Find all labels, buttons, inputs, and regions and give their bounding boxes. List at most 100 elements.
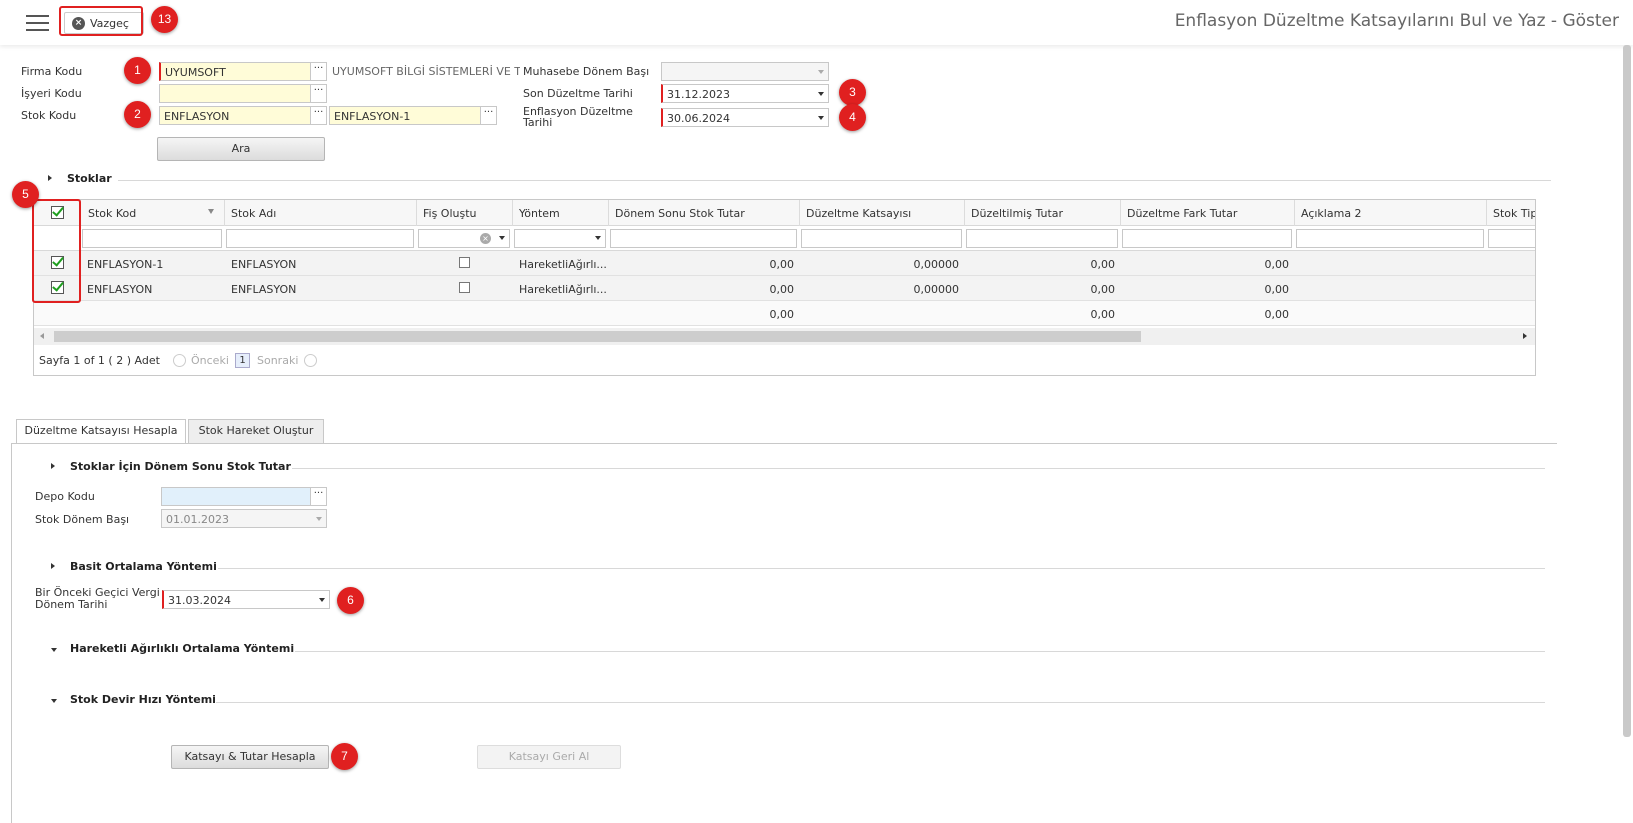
expand-arrow-icon[interactable] xyxy=(51,648,57,652)
col-header-katsayi[interactable]: Düzeltme Katsayısı xyxy=(806,207,911,220)
menu-icon[interactable] xyxy=(26,15,49,32)
stok-kodu-end-lookup-button[interactable]: ··· xyxy=(480,106,497,125)
filter-icon[interactable] xyxy=(208,209,214,214)
katsayi-geri-al-button[interactable]: Katsayı Geri Al xyxy=(477,745,621,769)
stoklar-section-title: Stoklar xyxy=(67,172,112,185)
cell-stok-kod: ENFLASYON xyxy=(87,283,153,296)
next-page-button[interactable]: Sonraki xyxy=(257,354,298,367)
clear-icon[interactable]: × xyxy=(480,233,491,244)
col-header-duzeltilmis[interactable]: Düzeltilmiş Tutar xyxy=(971,207,1063,220)
katsayi-hesapla-button[interactable]: Katsayı & Tutar Hesapla xyxy=(171,745,329,769)
horizontal-scrollbar[interactable] xyxy=(34,328,1535,345)
isyeri-kodu-field[interactable] xyxy=(159,84,311,103)
callout-badge-1: 1 xyxy=(124,57,151,84)
total-donem-sonu: 0,00 xyxy=(769,308,795,321)
callout-badge-4: 4 xyxy=(839,104,866,131)
stok-donem-label: Stok Dönem Başı xyxy=(35,513,130,526)
expand-arrow-icon[interactable] xyxy=(51,699,57,703)
pager: Sayfa 1 of 1 ( 2 ) Adet Önceki 1 Sonraki xyxy=(34,347,1535,375)
firma-kodu-label: Firma Kodu xyxy=(21,65,83,78)
scrollbar-thumb[interactable] xyxy=(54,331,1141,342)
cell-donem-sonu: 0,00 xyxy=(769,258,795,271)
next-page-icon[interactable] xyxy=(304,354,317,367)
fis-olustu-checkbox[interactable] xyxy=(459,282,470,293)
col-header-fis-olustu[interactable]: Fiş Oluştu xyxy=(423,207,477,220)
section-divider xyxy=(118,180,1551,181)
col-header-stok-tip[interactable]: Stok Tip xyxy=(1493,207,1535,220)
cell-donem-sonu: 0,00 xyxy=(769,283,795,296)
chevron-down-icon xyxy=(818,70,824,74)
stok-kodu-field-start[interactable]: ENFLASYON xyxy=(159,106,311,125)
scroll-right-icon[interactable] xyxy=(1523,333,1527,339)
callout-badge-5: 5 xyxy=(12,181,39,208)
onceki-donem-select[interactable]: 31.03.2024 xyxy=(162,590,330,609)
onceki-donem-value: 31.03.2024 xyxy=(168,594,231,607)
stok-donem-select[interactable]: 01.01.2023 xyxy=(161,509,327,528)
filter-stok-tip[interactable] xyxy=(1488,229,1535,248)
enf-duzeltme-select[interactable]: 30.06.2024 xyxy=(661,108,829,127)
section-donem-sonu-title: Stoklar İçin Dönem Sonu Stok Tutar xyxy=(70,460,291,473)
firma-kodu-field[interactable]: UYUMSOFT xyxy=(159,62,311,81)
stok-kodu-start-lookup-button[interactable]: ··· xyxy=(310,106,327,125)
cell-duzeltilmis: 0,00 xyxy=(1090,258,1116,271)
collapse-arrow-icon[interactable] xyxy=(51,563,55,569)
son-duzeltme-label: Son Düzeltme Tarihi xyxy=(523,87,633,100)
depo-kodu-lookup-button[interactable]: ··· xyxy=(310,487,327,506)
scroll-left-icon[interactable] xyxy=(40,333,44,339)
col-header-fark[interactable]: Düzeltme Fark Tutar xyxy=(1127,207,1237,220)
page-number-button[interactable]: 1 xyxy=(235,353,250,368)
stok-kodu-field-end[interactable]: ENFLASYON-1 xyxy=(329,106,481,125)
filter-aciklama[interactable] xyxy=(1296,229,1484,248)
filter-donem-sonu[interactable] xyxy=(610,229,797,248)
col-header-stok-adi[interactable]: Stok Adı xyxy=(231,207,276,220)
chevron-down-icon xyxy=(499,236,505,240)
filter-fark[interactable] xyxy=(1122,229,1292,248)
col-header-donem-sonu[interactable]: Dönem Sonu Stok Tutar xyxy=(615,207,745,220)
filter-stok-kod[interactable] xyxy=(82,229,222,248)
col-header-stok-kod[interactable]: Stok Kod xyxy=(88,207,136,220)
filter-stok-adi[interactable] xyxy=(226,229,414,248)
stoklar-grid: Stok Kod Stok Adı Fiş Oluştu Yöntem Döne… xyxy=(33,199,1536,376)
total-duzeltilmis: 0,00 xyxy=(1090,308,1116,321)
callout-badge-6: 6 xyxy=(337,587,364,614)
cell-fark: 0,00 xyxy=(1264,283,1290,296)
tab-stok-hareket[interactable]: Stok Hareket Oluştur xyxy=(188,419,324,443)
prev-page-icon[interactable] xyxy=(173,354,186,367)
cell-stok-adi: ENFLASYON xyxy=(231,258,297,271)
collapse-arrow-icon[interactable] xyxy=(51,463,55,469)
totals-row: 0,00 0,00 0,00 xyxy=(34,301,1535,326)
table-row[interactable]: ENFLASYON-1 ENFLASYON HareketliAğırlı...… xyxy=(34,251,1535,276)
ara-button[interactable]: Ara xyxy=(157,137,325,161)
prev-page-button[interactable]: Önceki xyxy=(191,354,229,367)
callout-badge-7: 7 xyxy=(331,743,358,770)
callout-badge-2: 2 xyxy=(124,101,151,128)
muhasebe-donem-select[interactable] xyxy=(661,62,829,81)
fis-olustu-checkbox[interactable] xyxy=(459,257,470,268)
filter-katsayi[interactable] xyxy=(801,229,962,248)
vertical-scrollbar[interactable] xyxy=(1623,45,1631,737)
callout-badge-3: 3 xyxy=(839,79,866,106)
son-duzeltme-select[interactable]: 31.12.2023 xyxy=(661,84,829,103)
pager-info: Sayfa 1 of 1 ( 2 ) Adet xyxy=(39,354,160,367)
col-header-yontem[interactable]: Yöntem xyxy=(519,207,560,220)
filter-fis-olustu[interactable]: × xyxy=(418,229,510,248)
callout-box-5 xyxy=(32,199,81,303)
cell-katsayi: 0,00000 xyxy=(913,258,960,271)
isyeri-kodu-lookup-button[interactable]: ··· xyxy=(310,84,327,103)
section-divider xyxy=(216,702,1545,703)
section-divider xyxy=(292,468,1545,469)
muhasebe-donem-label: Muhasebe Dönem Başı xyxy=(523,65,650,78)
depo-kodu-field[interactable] xyxy=(161,487,311,506)
stok-donem-value: 01.01.2023 xyxy=(166,513,229,526)
filter-yontem[interactable] xyxy=(514,229,606,248)
cell-duzeltilmis: 0,00 xyxy=(1090,283,1116,296)
collapse-arrow-icon[interactable] xyxy=(48,175,52,181)
total-fark: 0,00 xyxy=(1264,308,1290,321)
onceki-donem-label-line2: Dönem Tarihi xyxy=(35,598,108,611)
table-row[interactable]: ENFLASYON ENFLASYON HareketliAğırlı... 0… xyxy=(34,276,1535,301)
tab-duzeltme-katsayisi[interactable]: Düzeltme Katsayısı Hesapla xyxy=(16,419,186,444)
filter-duzeltilmis[interactable] xyxy=(966,229,1118,248)
firma-kodu-lookup-button[interactable]: ··· xyxy=(310,62,327,81)
cell-stok-kod: ENFLASYON-1 xyxy=(87,258,164,271)
col-header-aciklama[interactable]: Açıklama 2 xyxy=(1301,207,1362,220)
